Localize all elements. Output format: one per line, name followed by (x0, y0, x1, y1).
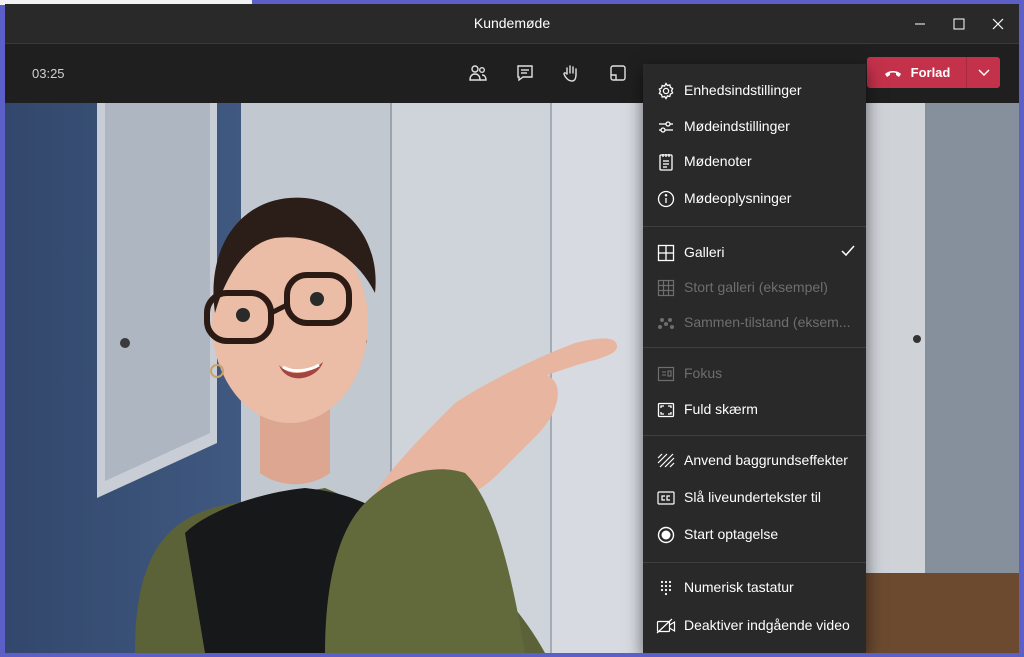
menu-item-focus[interactable]: Fokus (643, 356, 866, 391)
meeting-toolbar: 03:25 Forlad (5, 44, 1019, 103)
call-timer: 03:25 (32, 66, 65, 81)
menu-item-large-gallery[interactable]: Stort galleri (eksempel) (643, 270, 866, 305)
menu-item-label: Fokus (684, 365, 723, 381)
leave-options-button[interactable] (967, 57, 1000, 88)
sliders-icon (656, 117, 676, 137)
menu-item-meeting-options[interactable]: Mødeindstillinger (643, 109, 866, 144)
video-feed-image (5, 103, 1019, 653)
close-button[interactable] (979, 4, 1017, 44)
captions-icon (656, 488, 676, 508)
window-title: Kundemøde (473, 15, 551, 31)
gear-icon (656, 81, 676, 101)
menu-item-label: Slå liveundertekster til (684, 489, 821, 505)
menu-item-label: Stort galleri (eksempel) (684, 279, 828, 295)
more-options-menu: Enhedsindstillinger Mødeindstillinger Mø… (643, 64, 866, 653)
menu-item-label: Mødeoplysninger (684, 190, 792, 206)
menu-divider (643, 226, 866, 227)
share-screen-icon (610, 65, 626, 81)
menu-item-gallery[interactable]: Galleri (643, 235, 866, 270)
minimize-icon (915, 23, 925, 25)
menu-divider (643, 562, 866, 563)
menu-item-live-captions[interactable]: Slå liveundertekster til (643, 480, 866, 515)
maximize-icon (953, 18, 965, 30)
menu-item-meeting-notes[interactable]: Mødenoter (643, 144, 866, 179)
record-icon (656, 525, 676, 545)
menu-item-label: Mødeindstillinger (684, 118, 790, 134)
menu-item-label: Anvend baggrundseffekter (684, 452, 848, 468)
info-icon (656, 189, 676, 209)
dialpad-icon (656, 578, 676, 598)
leave-button-group: Forlad (867, 57, 1000, 88)
video-off-icon (656, 616, 676, 636)
menu-item-disable-incoming-video[interactable]: Deaktiver indgående video (643, 608, 866, 643)
menu-item-dial-pad[interactable]: Numerisk tastatur (643, 570, 866, 605)
menu-item-label: Mødenoter (684, 153, 752, 169)
together-mode-icon (656, 313, 676, 333)
menu-item-background-effects[interactable]: Anvend baggrundseffekter (643, 443, 866, 478)
chevron-down-icon (977, 68, 990, 76)
title-bar: Kundemøde (5, 4, 1019, 44)
raise-hand-icon (563, 65, 577, 82)
menu-item-label: Sammen-tilstand (eksem... (684, 314, 851, 330)
menu-item-meeting-info[interactable]: Mødeoplysninger (643, 181, 866, 216)
menu-item-label: Fuld skærm (684, 401, 758, 417)
share-content-button[interactable] (606, 62, 630, 84)
chat-button[interactable] (513, 62, 537, 84)
close-icon (992, 18, 1004, 30)
meeting-window: Kundemøde 03:25 Forlad Enhedsindstilling… (5, 4, 1019, 653)
fullscreen-icon (656, 400, 676, 420)
minimize-button[interactable] (901, 4, 939, 44)
grid-icon (656, 243, 676, 263)
maximize-button[interactable] (940, 4, 978, 44)
menu-item-device-settings[interactable]: Enhedsindstillinger (643, 73, 866, 108)
menu-item-label: Deaktiver indgående video (684, 617, 850, 633)
menu-item-label: Numerisk tastatur (684, 579, 794, 595)
menu-item-label: Start optagelse (684, 526, 779, 542)
menu-divider (643, 347, 866, 348)
leave-button-label: Forlad (910, 65, 951, 80)
menu-item-together-mode[interactable]: Sammen-tilstand (eksem... (643, 305, 866, 340)
menu-item-start-recording[interactable]: Start optagelse (643, 517, 866, 552)
menu-item-label: Galleri (684, 244, 725, 260)
hang-up-icon (884, 70, 901, 77)
notes-icon (656, 152, 676, 172)
menu-item-label: Enhedsindstillinger (684, 82, 802, 98)
focus-icon (656, 364, 676, 384)
large-grid-icon (656, 278, 676, 298)
menu-divider (643, 435, 866, 436)
participants-icon (469, 65, 487, 81)
background-effects-icon (656, 451, 676, 471)
checkmark-icon (840, 243, 856, 262)
participants-button[interactable] (466, 62, 490, 84)
menu-item-full-screen[interactable]: Fuld skærm (643, 392, 866, 427)
participant-video (5, 103, 1019, 653)
chat-icon (517, 65, 533, 82)
raise-hand-button[interactable] (559, 62, 583, 84)
leave-button[interactable]: Forlad (867, 57, 967, 88)
